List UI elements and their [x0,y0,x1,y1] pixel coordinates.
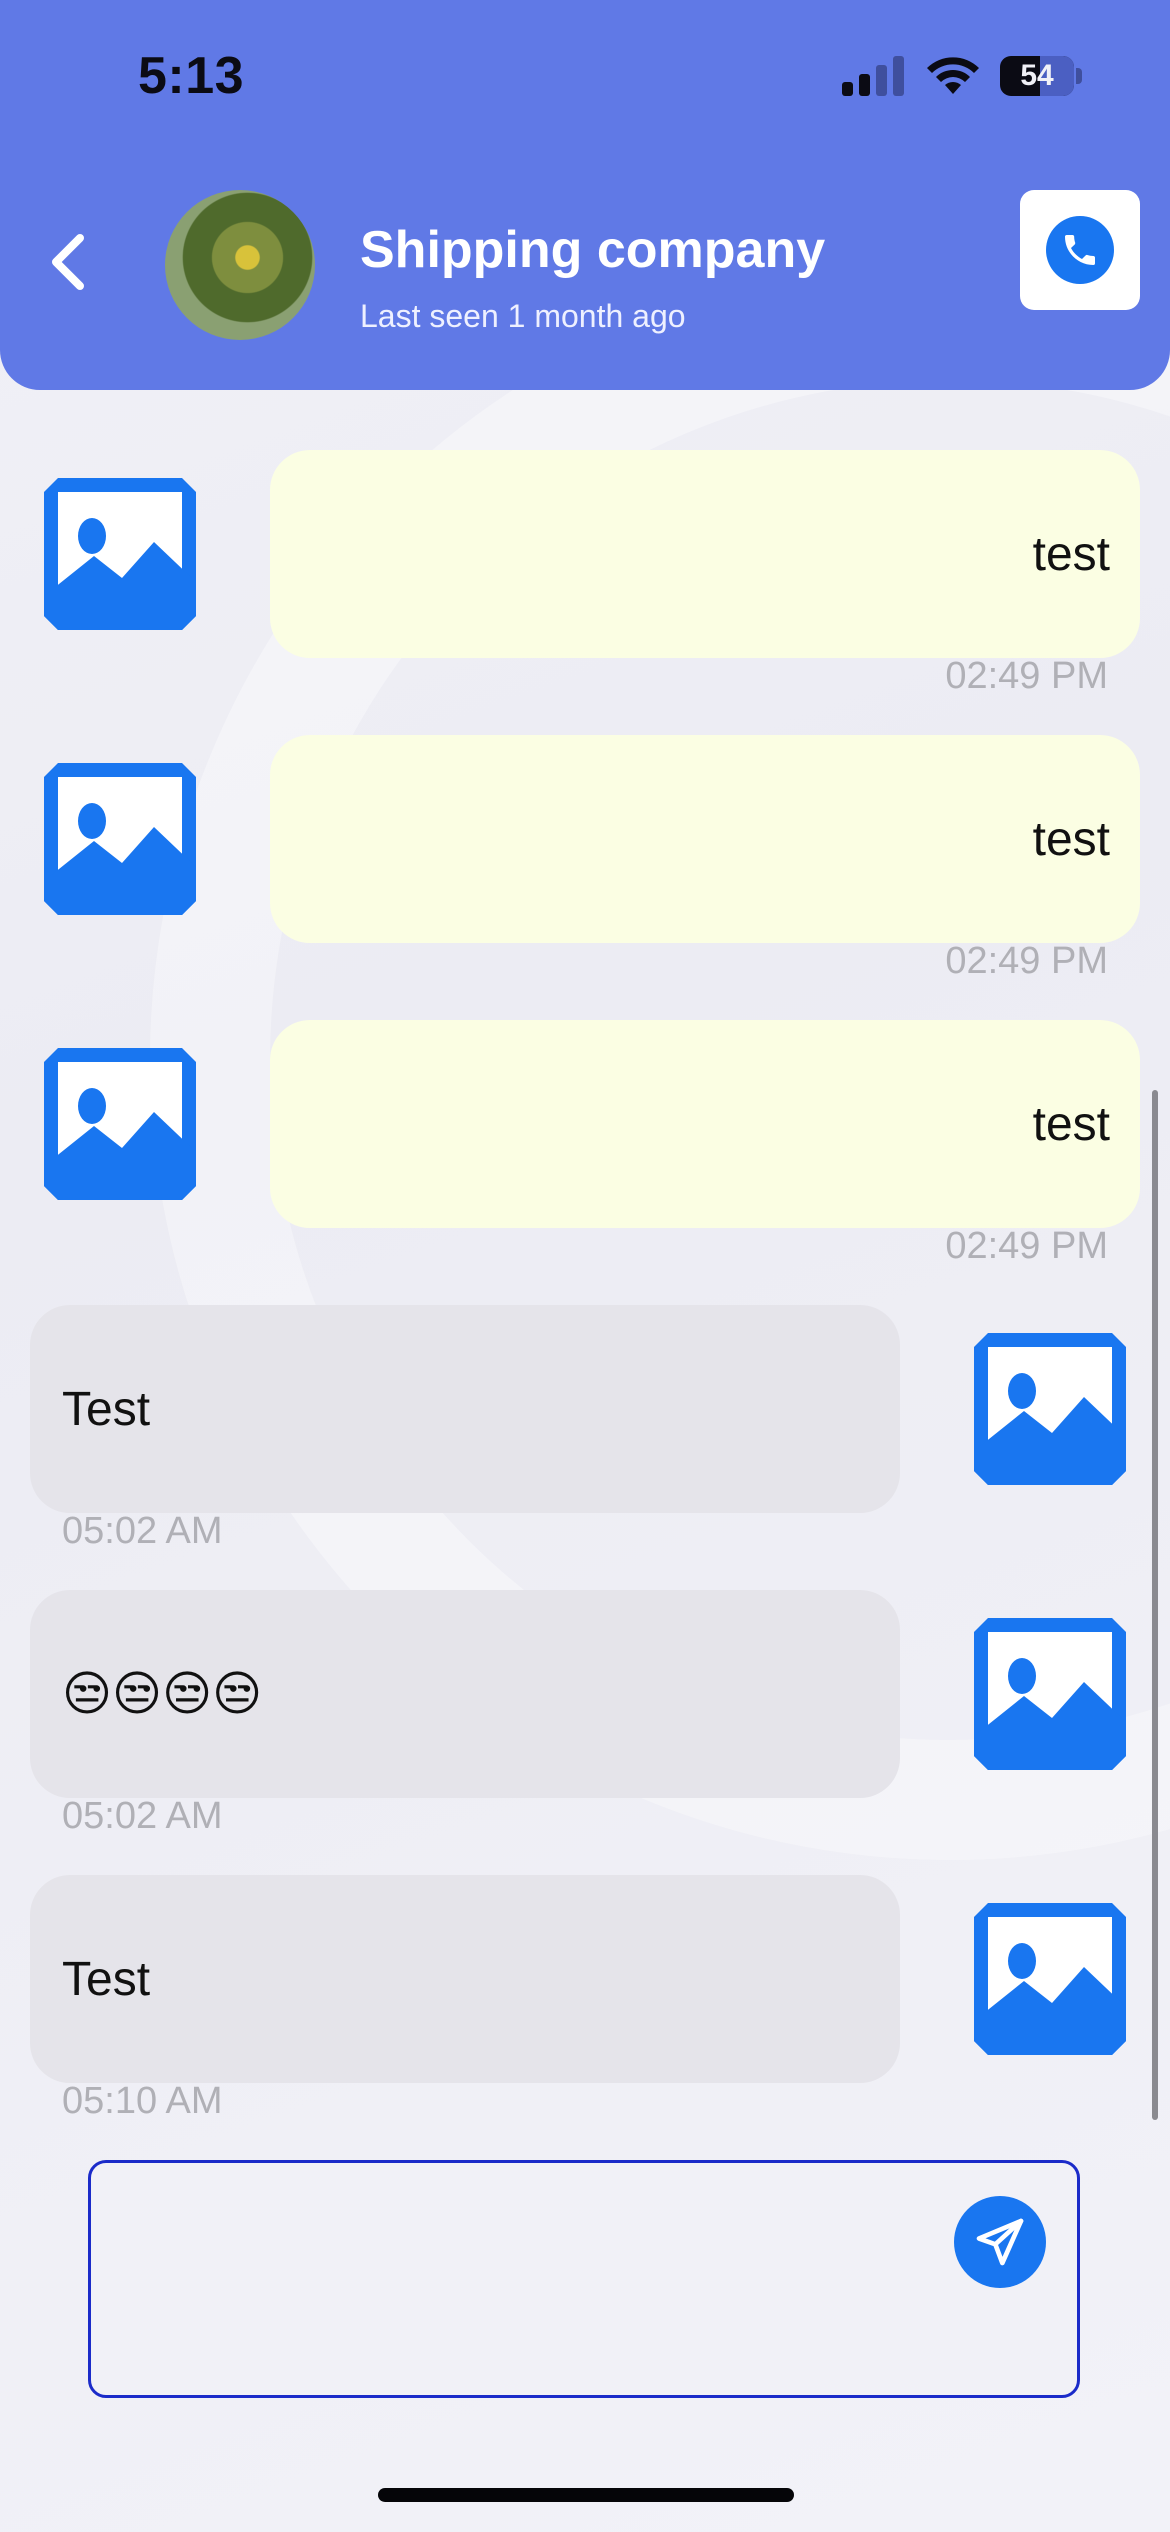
message-row: test 02:49 PM [0,960,1170,1267]
wifi-icon [927,57,979,94]
chat-screen: 5:13 54 Shipping company Last seen 1 mon… [0,0,1170,2532]
call-button[interactable] [1020,190,1140,310]
contact-name: Shipping company [360,221,826,279]
image-placeholder-icon[interactable] [44,1048,196,1200]
message-bubble-received[interactable]: 😒😒😒😒 [30,1590,900,1798]
image-placeholder-icon[interactable] [974,1618,1126,1770]
contact-last-seen: Last seen 1 month ago [360,298,686,334]
message-timestamp: 05:10 AM [62,2080,223,2122]
battery-cap [1076,68,1082,84]
message-text: test [1032,1097,1110,1151]
paper-plane-icon [976,2218,1024,2266]
send-button[interactable] [954,2196,1046,2288]
message-row: Test 05:02 AM [0,1245,1170,1552]
message-text: test [1032,812,1110,866]
message-text: Test [62,1952,151,2006]
message-row: test 02:49 PM [0,675,1170,982]
message-bubble-received[interactable]: Test [30,1305,900,1513]
chat-header: 5:13 54 Shipping company Last seen 1 mon… [0,0,1170,390]
message-list[interactable]: test 02:49 PM test 02:49 PM test 02:49 P [0,390,1170,2140]
message-input[interactable] [88,2160,1080,2398]
message-bubble-sent[interactable]: test [270,450,1140,658]
battery-level: 54 [1020,59,1054,92]
image-placeholder-icon[interactable] [974,1903,1126,2055]
message-row: test 02:49 PM [0,390,1170,697]
message-text: 😒😒😒😒 [62,1668,263,1721]
status-icons: 54 [842,56,1082,100]
back-button[interactable] [40,222,100,302]
image-placeholder-icon[interactable] [44,478,196,630]
status-time: 5:13 [138,47,245,105]
message-text: test [1032,527,1110,581]
home-indicator[interactable] [378,2488,794,2502]
message-row: 😒😒😒😒 05:02 AM [0,1530,1170,1837]
battery-icon: 54 [1000,56,1074,96]
image-placeholder-icon[interactable] [974,1333,1126,1485]
message-list-scrollbar[interactable] [1152,1090,1158,2120]
phone-icon [1046,216,1114,284]
message-text: Test [62,1382,151,1436]
image-placeholder-icon[interactable] [44,763,196,915]
message-bubble-sent[interactable]: test [270,735,1140,943]
message-row: Test 05:10 AM [0,1815,1170,2122]
message-bubble-sent[interactable]: test [270,1020,1140,1228]
cellular-signal-icon [842,56,904,96]
contact-avatar[interactable] [165,190,315,340]
message-bubble-received[interactable]: Test [30,1875,900,2083]
